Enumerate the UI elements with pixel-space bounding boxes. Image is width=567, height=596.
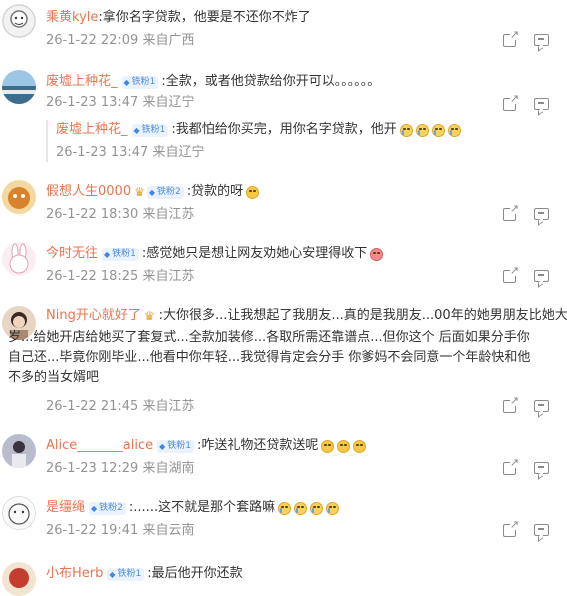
username[interactable]: Alice_______alice: [46, 436, 153, 456]
share-icon[interactable]: [503, 29, 519, 47]
avatar[interactable]: [2, 4, 36, 38]
username[interactable]: 乘黄kyle: [46, 8, 98, 28]
username[interactable]: 今时无往: [46, 244, 98, 264]
comment-icon[interactable]: [534, 400, 549, 412]
crying-emoji-icon: [431, 123, 445, 137]
comment-location: 来自广西: [142, 33, 195, 48]
comment-time: 26-1-22 19:41: [46, 523, 139, 538]
comment-time: 26-1-23 13:47: [46, 95, 139, 110]
comment-location: 来自江苏: [142, 207, 195, 222]
comment-time: 26-1-23 12:29: [46, 461, 139, 476]
username[interactable]: 废墟上种花_: [46, 72, 118, 92]
emoji-icon: [370, 247, 384, 261]
crown-icon: ♛: [134, 185, 145, 199]
reply-username[interactable]: 废墟上种花_: [56, 120, 128, 140]
avatar[interactable]: [2, 434, 36, 468]
comment-text: :......这不就是那个套路嘛: [128, 500, 276, 515]
avatar[interactable]: [2, 242, 36, 276]
diamond-icon: ◆: [148, 187, 156, 197]
comment-text: :拿你名字贷款，他要是不还你不炸了: [98, 10, 311, 25]
fan-badge: ◆ 铁粉1: [157, 439, 194, 453]
diamond-icon: ◆: [123, 77, 130, 87]
cat-emoji-icon: [246, 185, 260, 199]
fan-badge: ◆ 铁粉1: [107, 567, 145, 581]
share-icon[interactable]: [503, 203, 519, 221]
username[interactable]: 假想人生0000: [46, 182, 131, 202]
comment-location: 来自辽宁: [142, 95, 195, 110]
share-icon[interactable]: [503, 457, 519, 475]
comment-text: :全款，或者他贷款给你开可以。。。。。。: [161, 74, 381, 89]
avatar[interactable]: [2, 496, 36, 530]
comment-text: :咋送礼物还贷款送呢: [197, 438, 319, 453]
share-icon[interactable]: [503, 93, 519, 111]
reply-block: 废墟上种花_ ◆ 铁粉1 :我都怕给你买完，用你名字贷款，他开 26-1-23 1…: [46, 120, 461, 162]
username[interactable]: Ning开心就好了: [46, 306, 141, 326]
avatar[interactable]: [2, 180, 36, 214]
crying-emoji-icon: [310, 501, 324, 515]
crying-emoji-icon: [326, 501, 340, 515]
comment-time: 26-1-22 18:25: [46, 269, 139, 284]
comment-text-line: :大你很多...让我想起了我朋友...真的是我朋友...00年的她男朋友比她大: [158, 308, 567, 323]
fan-badge: ◆ 铁粉2: [146, 185, 184, 199]
share-icon[interactable]: [503, 265, 519, 283]
comment-icon[interactable]: [534, 462, 549, 474]
fan-badge: ◆ 铁粉1: [131, 123, 169, 137]
diamond-icon: ◆: [133, 125, 140, 135]
comment-text: :感觉她只是想让网友劝她心安理得收下: [141, 246, 368, 261]
avatar[interactable]: [2, 70, 36, 104]
comment-text-line: 岁...给她开店给她买了套复式...全款加装修...各取所需还靠谱点...但你这…: [8, 330, 530, 345]
diamond-icon: ◆: [109, 569, 116, 579]
comment-icon[interactable]: [534, 34, 549, 46]
username[interactable]: 小布Herb: [46, 564, 103, 584]
crying-emoji-icon: [294, 501, 308, 515]
crying-emoji-icon: [415, 123, 429, 137]
emoji-icon: [353, 439, 367, 453]
crying-emoji-icon: [278, 501, 292, 515]
reply-location: 来自辽宁: [152, 145, 205, 160]
share-icon[interactable]: [503, 395, 519, 413]
fan-badge: ◆ 铁粉1: [121, 75, 159, 89]
crying-emoji-icon: [447, 123, 461, 137]
comment-time: 26-1-22 18:30: [46, 207, 139, 222]
reply-text: :我都怕给你买完，用你名字贷款，他开: [171, 122, 397, 137]
comment-text: :贷款的呀: [186, 184, 244, 199]
comment-icon[interactable]: [534, 270, 549, 282]
comment-location: 来自江苏: [142, 399, 195, 414]
share-icon[interactable]: [503, 519, 519, 537]
comment-time: 26-1-22 22:09: [46, 33, 139, 48]
emoji-icon: [337, 439, 351, 453]
comment-text: :最后他开你还款: [147, 566, 243, 581]
comment-text-line: 自己还...毕竟你刚毕业...他看中你年轻...我觉得肯定会分手 你爹妈不会同意…: [8, 350, 531, 365]
avatar[interactable]: [2, 562, 36, 596]
reply-time: 26-1-23 13:47: [56, 145, 149, 160]
comment-location: 来自云南: [142, 523, 195, 538]
comment-location: 来自江苏: [142, 269, 195, 284]
comment-text-line: 不多的当女婿吧: [8, 370, 100, 385]
username[interactable]: 是缰绳: [46, 498, 85, 518]
comment-icon[interactable]: [534, 524, 549, 536]
comment-icon[interactable]: [534, 98, 549, 110]
emoji-icon: [321, 439, 335, 453]
fan-badge: ◆ 铁粉2: [89, 501, 126, 515]
comment-time: 26-1-22 21:45: [46, 399, 139, 414]
comment-location: 来自湖南: [142, 461, 195, 476]
fan-badge: ◆ 铁粉1: [102, 247, 139, 261]
diamond-icon: ◆: [159, 441, 166, 451]
comment-icon[interactable]: [534, 208, 549, 220]
diamond-icon: ◆: [91, 503, 98, 513]
crown-icon: ♛: [143, 309, 155, 323]
diamond-icon: ◆: [104, 249, 111, 259]
crying-emoji-icon: [399, 123, 413, 137]
